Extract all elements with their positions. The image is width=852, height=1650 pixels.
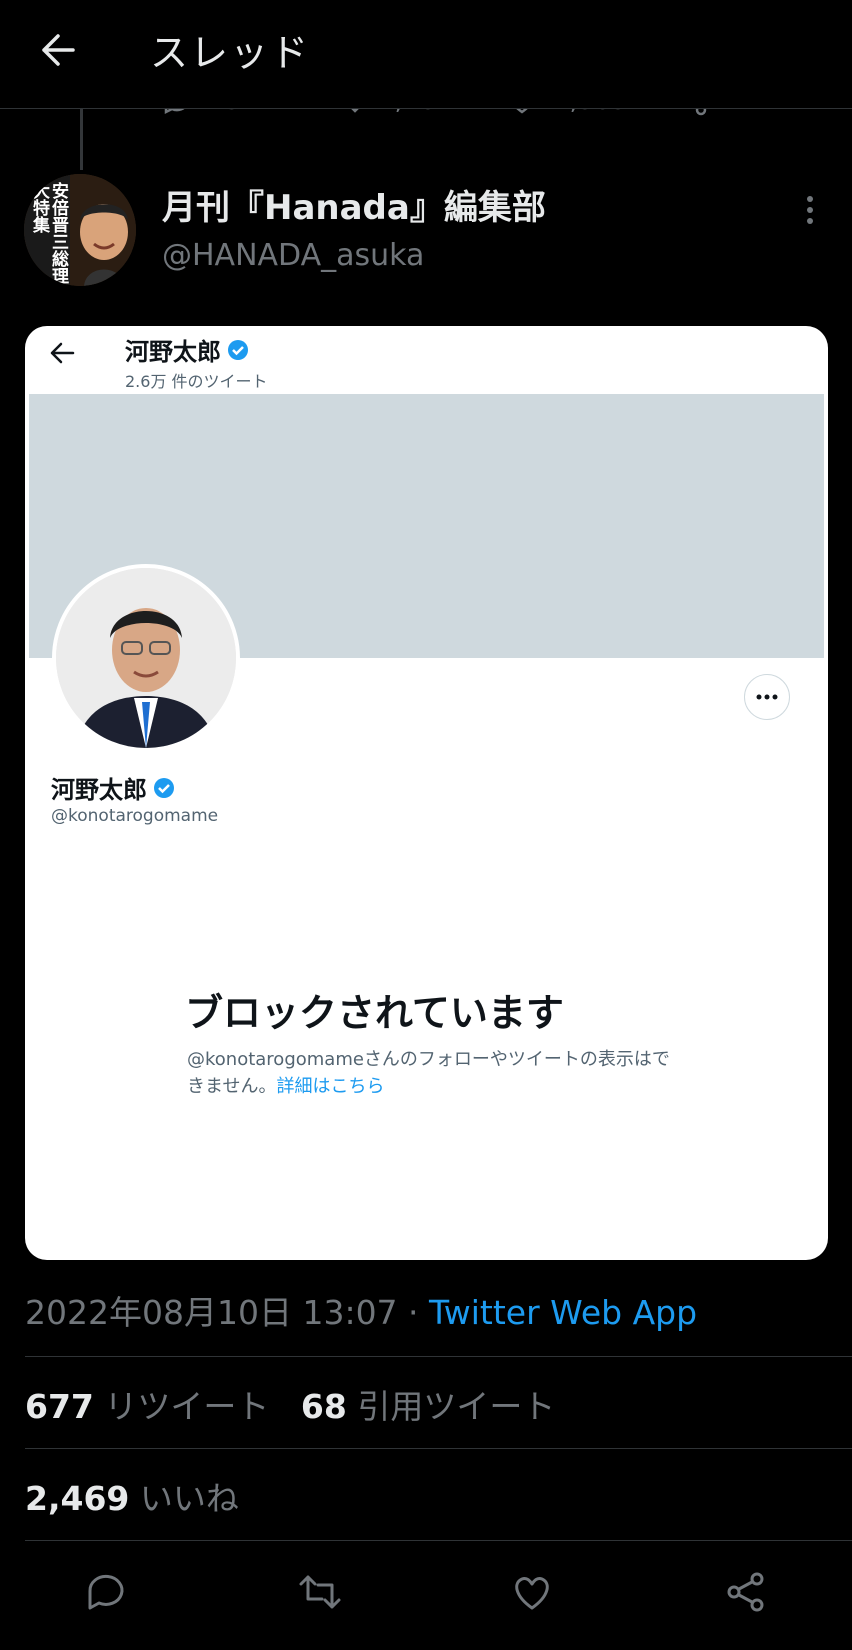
retweets-count: 677 — [25, 1387, 94, 1426]
verified-badge-icon — [228, 339, 248, 360]
divider — [25, 1540, 852, 1541]
embedded-display-name: 河野太郎 — [51, 770, 175, 805]
top-bar: スレッド — [0, 0, 852, 109]
tweet-timestamp: 2022年08月10日 13:07 · Twitter Web App — [25, 1286, 697, 1334]
quotes-count: 68 — [300, 1387, 347, 1426]
likes-count: 2,469 — [25, 1479, 130, 1518]
more-dot-icon — [807, 196, 813, 202]
embedded-back-arrow-icon — [49, 340, 79, 370]
avatar-overlay-text: 安倍晋三総理大特集 — [29, 182, 68, 284]
back-button[interactable] — [36, 26, 80, 74]
embedded-tweet-count: 2.6万 件のツイート — [125, 372, 268, 391]
heart-icon — [515, 1577, 549, 1610]
embedded-more-button — [744, 674, 790, 720]
share-button[interactable] — [722, 1568, 770, 1616]
reply-button[interactable] — [82, 1568, 130, 1616]
separator-dot: · — [397, 1293, 430, 1332]
page-title: スレッド — [150, 31, 311, 75]
likes-stat[interactable]: 2,469 いいね — [25, 1472, 239, 1520]
thread-connector-line — [80, 108, 83, 170]
retweet-stats-row: 677 リツイート 68 引用ツイート — [25, 1380, 555, 1428]
reply-icon — [88, 1574, 124, 1610]
author-avatar[interactable]: 安倍晋三総理大特集 — [24, 174, 136, 286]
source-link[interactable]: Twitter Web App — [429, 1293, 697, 1332]
retweets-stat[interactable]: 677 リツイート — [25, 1387, 269, 1426]
like-button[interactable] — [508, 1568, 556, 1616]
back-arrow-icon — [42, 34, 75, 66]
learn-more-link: 詳細はこちら — [276, 1076, 385, 1097]
quotes-stat[interactable]: 68 引用ツイート — [301, 1387, 555, 1426]
more-dot-icon — [807, 218, 813, 224]
embedded-handle: @konotarogomame — [51, 806, 219, 826]
retweet-icon — [299, 1575, 341, 1609]
blocked-title: ブロックされています — [185, 991, 564, 1035]
retweet-button[interactable] — [296, 1568, 344, 1616]
divider — [25, 1356, 852, 1357]
profile-photo-image — [56, 568, 236, 748]
author-handle[interactable]: @HANADA_asuka — [162, 238, 424, 273]
divider — [25, 1448, 852, 1449]
quotes-label: 引用ツイート — [357, 1387, 556, 1426]
likes-label: いいね — [139, 1479, 239, 1518]
verified-badge-icon — [154, 777, 174, 798]
more-options-button[interactable] — [790, 190, 830, 230]
embedded-profile-photo — [52, 564, 240, 752]
share-icon — [727, 1572, 764, 1612]
more-dot-icon — [807, 207, 813, 213]
blocked-description: @konotarogomameさんのフォローやツイートの表示はできません。詳細は… — [187, 1049, 670, 1097]
ellipsis-icon — [756, 694, 778, 700]
author-display-name[interactable]: 月刊『Hanada』編集部 — [162, 180, 546, 229]
timestamp-link[interactable]: 2022年08月10日 13:07 — [25, 1293, 398, 1332]
retweets-label: リツイート — [104, 1387, 270, 1426]
attached-image[interactable]: 河野太郎 2.6万 件のツイート 河野太郎 @konotarogomame ブロ… — [25, 326, 828, 1260]
embedded-header-name: 河野太郎 — [125, 332, 249, 367]
